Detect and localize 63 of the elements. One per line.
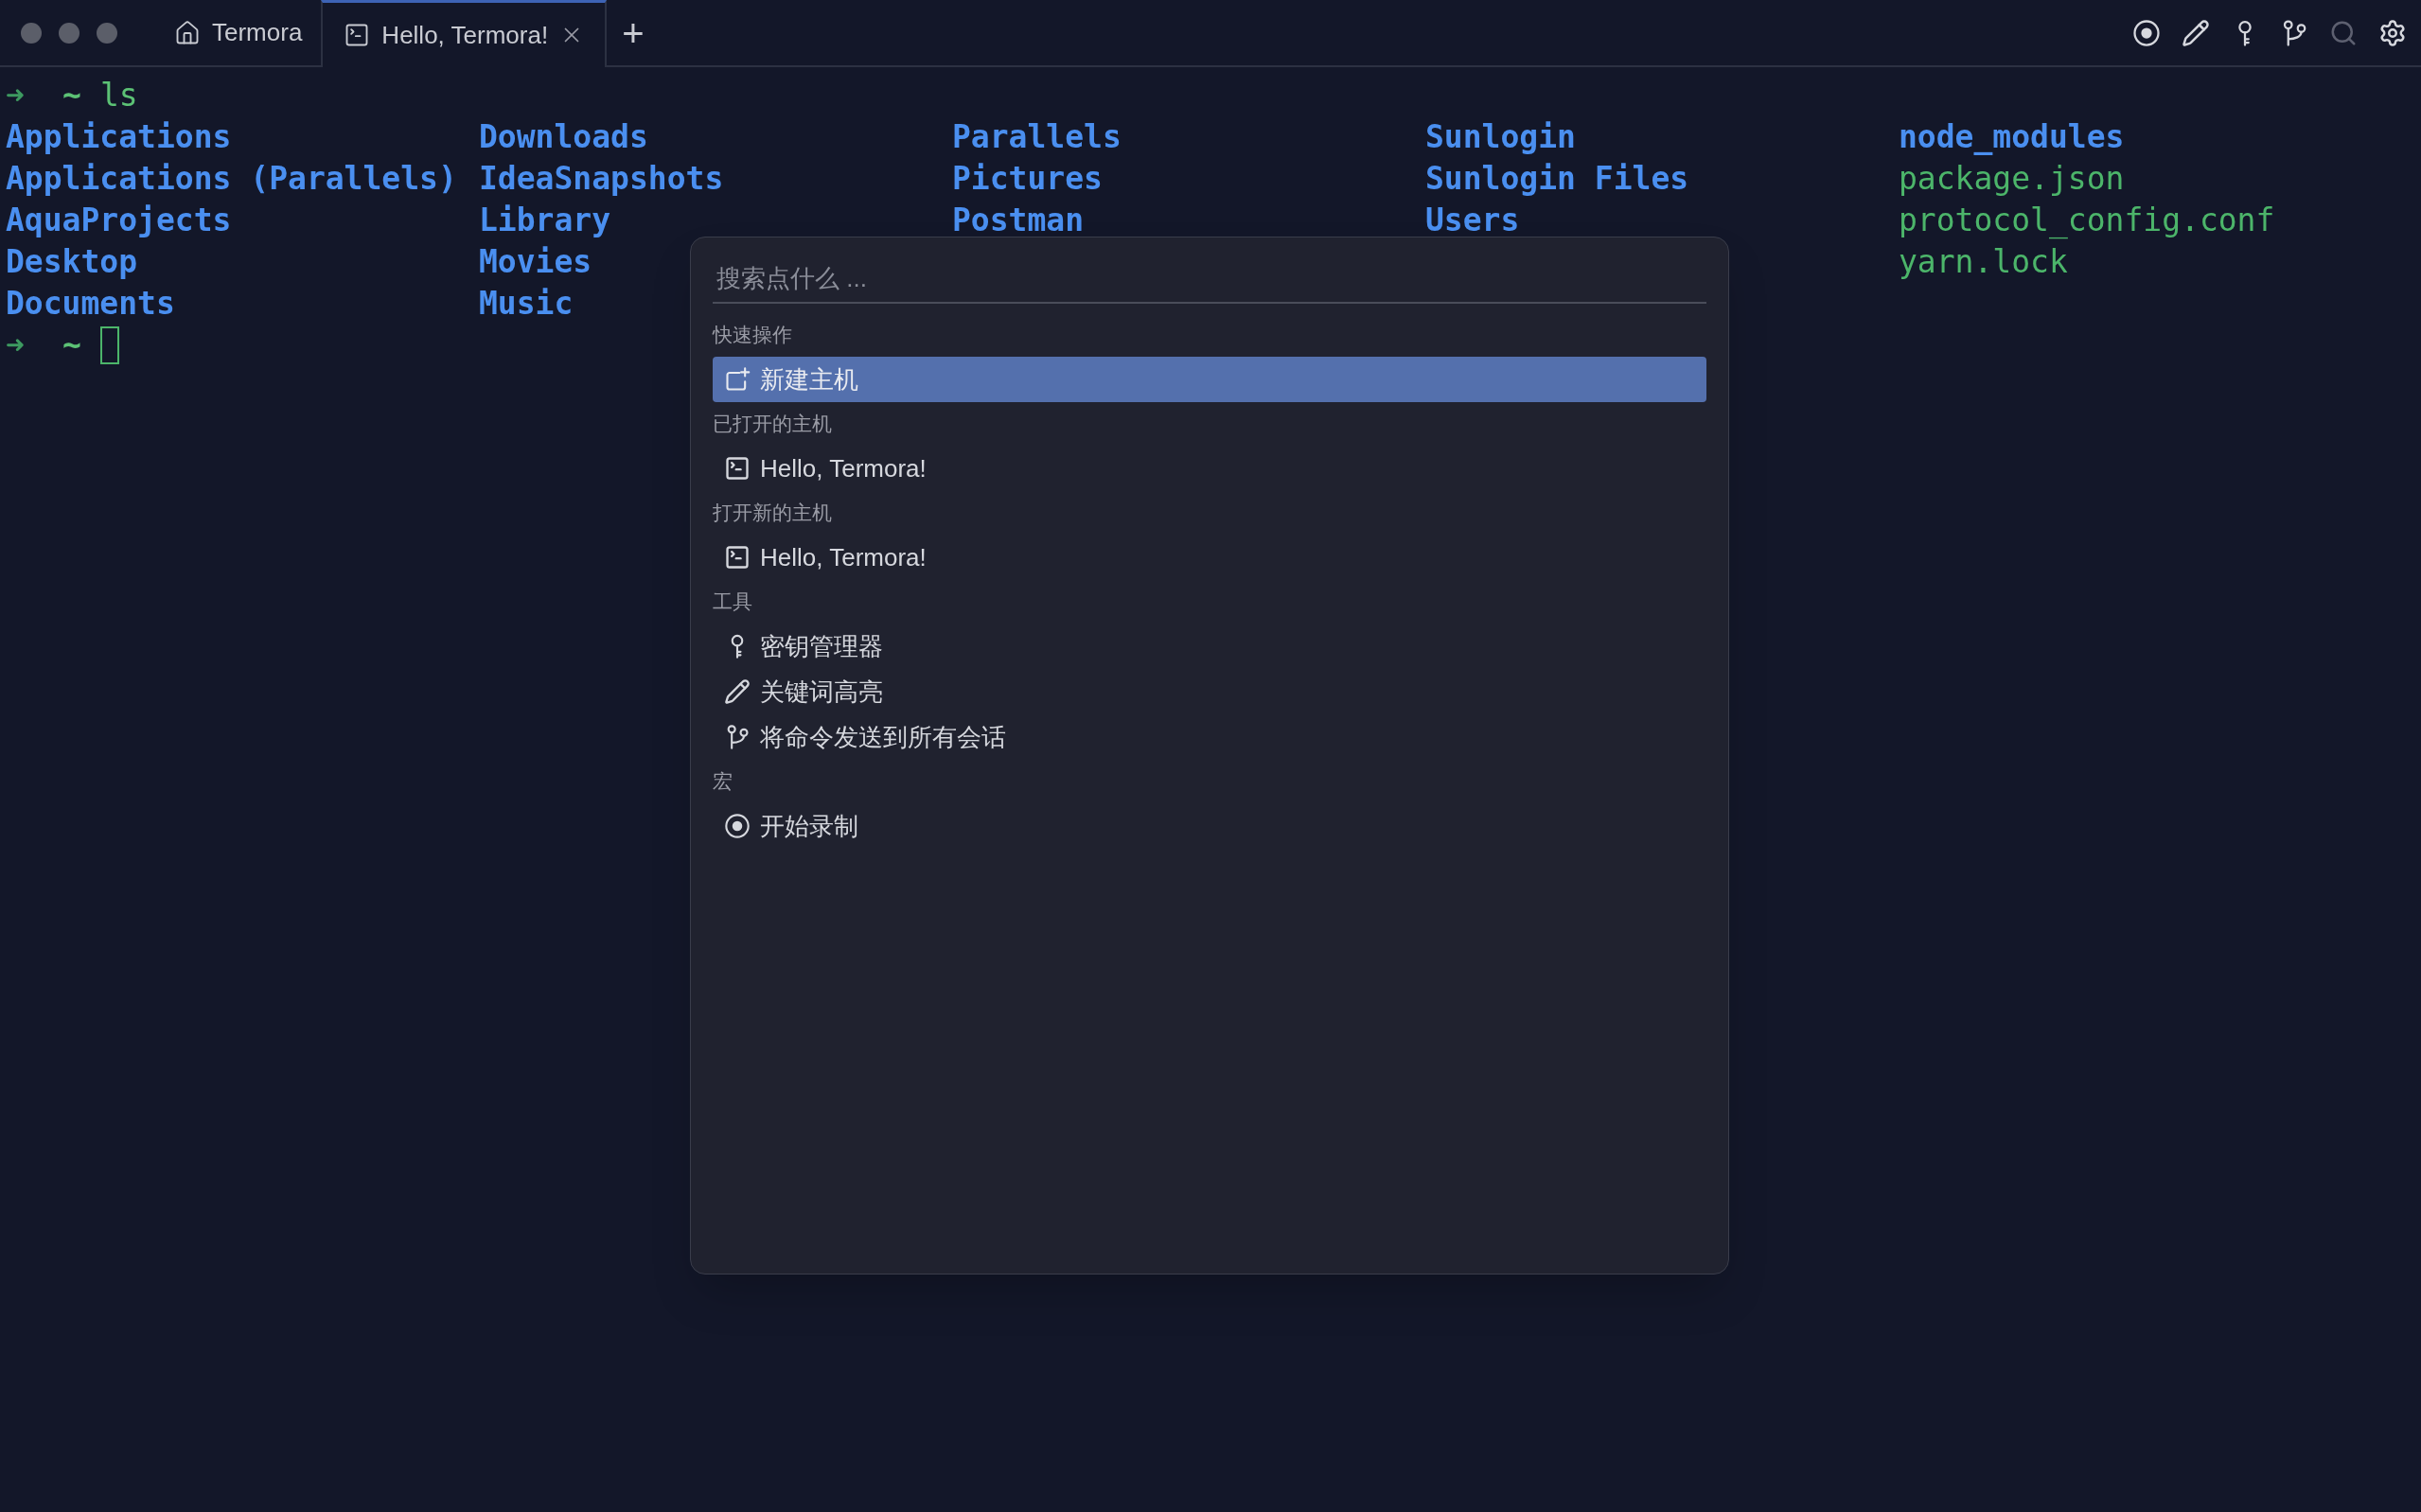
tab-label: Termora — [212, 17, 303, 48]
directory-name: Postman — [952, 201, 1085, 240]
section-heading: 打开新的主机 — [713, 501, 833, 526]
directory-name: Applications (Parallels) — [6, 159, 457, 199]
directory-name: Documents — [6, 284, 175, 324]
item-label: 关键词高亮 — [760, 676, 883, 708]
terminal-icon — [724, 455, 751, 482]
home-icon — [174, 19, 201, 46]
search-field[interactable]: 搜索点什么 ... — [713, 255, 1706, 304]
section-heading: 已打开的主机 — [713, 412, 833, 437]
record-icon — [724, 813, 751, 839]
palette-item[interactable]: 密钥管理器 — [713, 624, 1706, 669]
item-label: 将命令发送到所有会话 — [760, 721, 1006, 753]
item-label: 新建主机 — [760, 363, 858, 396]
directory-name: node_modules — [1899, 117, 2125, 157]
tab[interactable]: Hello, Termora! — [321, 0, 608, 67]
file-name: package.json — [1899, 159, 2125, 199]
directory-name: Parallels — [952, 117, 1122, 157]
pencil-icon — [724, 678, 751, 705]
settings-icon — [2378, 18, 2407, 47]
palette-item[interactable]: 关键词高亮 — [713, 669, 1706, 714]
directory-name: IdeaSnapshots — [479, 159, 724, 199]
terminal-cursor — [100, 326, 119, 364]
prompt-directory: ~ — [62, 325, 82, 365]
directory-name: Desktop — [6, 242, 138, 282]
new-tab-button[interactable]: + — [622, 13, 645, 52]
palette-item[interactable]: Hello, Termora! — [713, 535, 1706, 580]
directory-name: Sunlogin Files — [1425, 159, 1689, 199]
pencil-icon — [2182, 18, 2210, 47]
tab[interactable]: Termora — [155, 0, 322, 65]
palette-item[interactable]: 新建主机 — [713, 357, 1706, 402]
directory-name: Applications — [6, 117, 232, 157]
prompt-arrow: ➜ — [6, 325, 26, 365]
prompt-directory: ~ — [62, 76, 82, 115]
highlight-button[interactable] — [2181, 17, 2211, 48]
directory-name: Library — [479, 201, 611, 240]
settings-button[interactable] — [2377, 17, 2408, 48]
record-icon — [2132, 18, 2161, 47]
item-label: Hello, Termora! — [760, 452, 927, 484]
item-label: 密钥管理器 — [760, 630, 883, 662]
section-heading: 工具 — [713, 589, 753, 615]
directory-name: Movies — [479, 242, 592, 282]
item-label: Hello, Termora! — [760, 541, 927, 573]
add-host-icon — [724, 366, 751, 393]
directory-name: Users — [1425, 201, 1520, 240]
item-label: 开始录制 — [760, 810, 858, 842]
file-name: protocol_config.conf — [1899, 201, 2275, 241]
directory-name: Music — [479, 284, 574, 324]
tab-label: Hello, Termora! — [381, 19, 549, 51]
palette-item[interactable]: 开始录制 — [713, 803, 1706, 849]
terminal-command: ls — [100, 76, 138, 115]
directory-name: Downloads — [479, 117, 648, 157]
directory-name: AquaProjects — [6, 201, 232, 240]
terminal-icon — [724, 544, 751, 571]
record-button[interactable] — [2131, 17, 2162, 48]
directory-name: Pictures — [952, 159, 1103, 199]
palette-item[interactable]: Hello, Termora! — [713, 446, 1706, 491]
directory-name: Sunlogin — [1425, 117, 1576, 157]
prompt-arrow: ➜ — [6, 76, 26, 115]
file-name: yarn.lock — [1899, 242, 2068, 282]
section-heading: 快速操作 — [713, 323, 793, 348]
palette-item[interactable]: 将命令发送到所有会话 — [713, 714, 1706, 760]
section-heading: 宏 — [713, 769, 733, 795]
